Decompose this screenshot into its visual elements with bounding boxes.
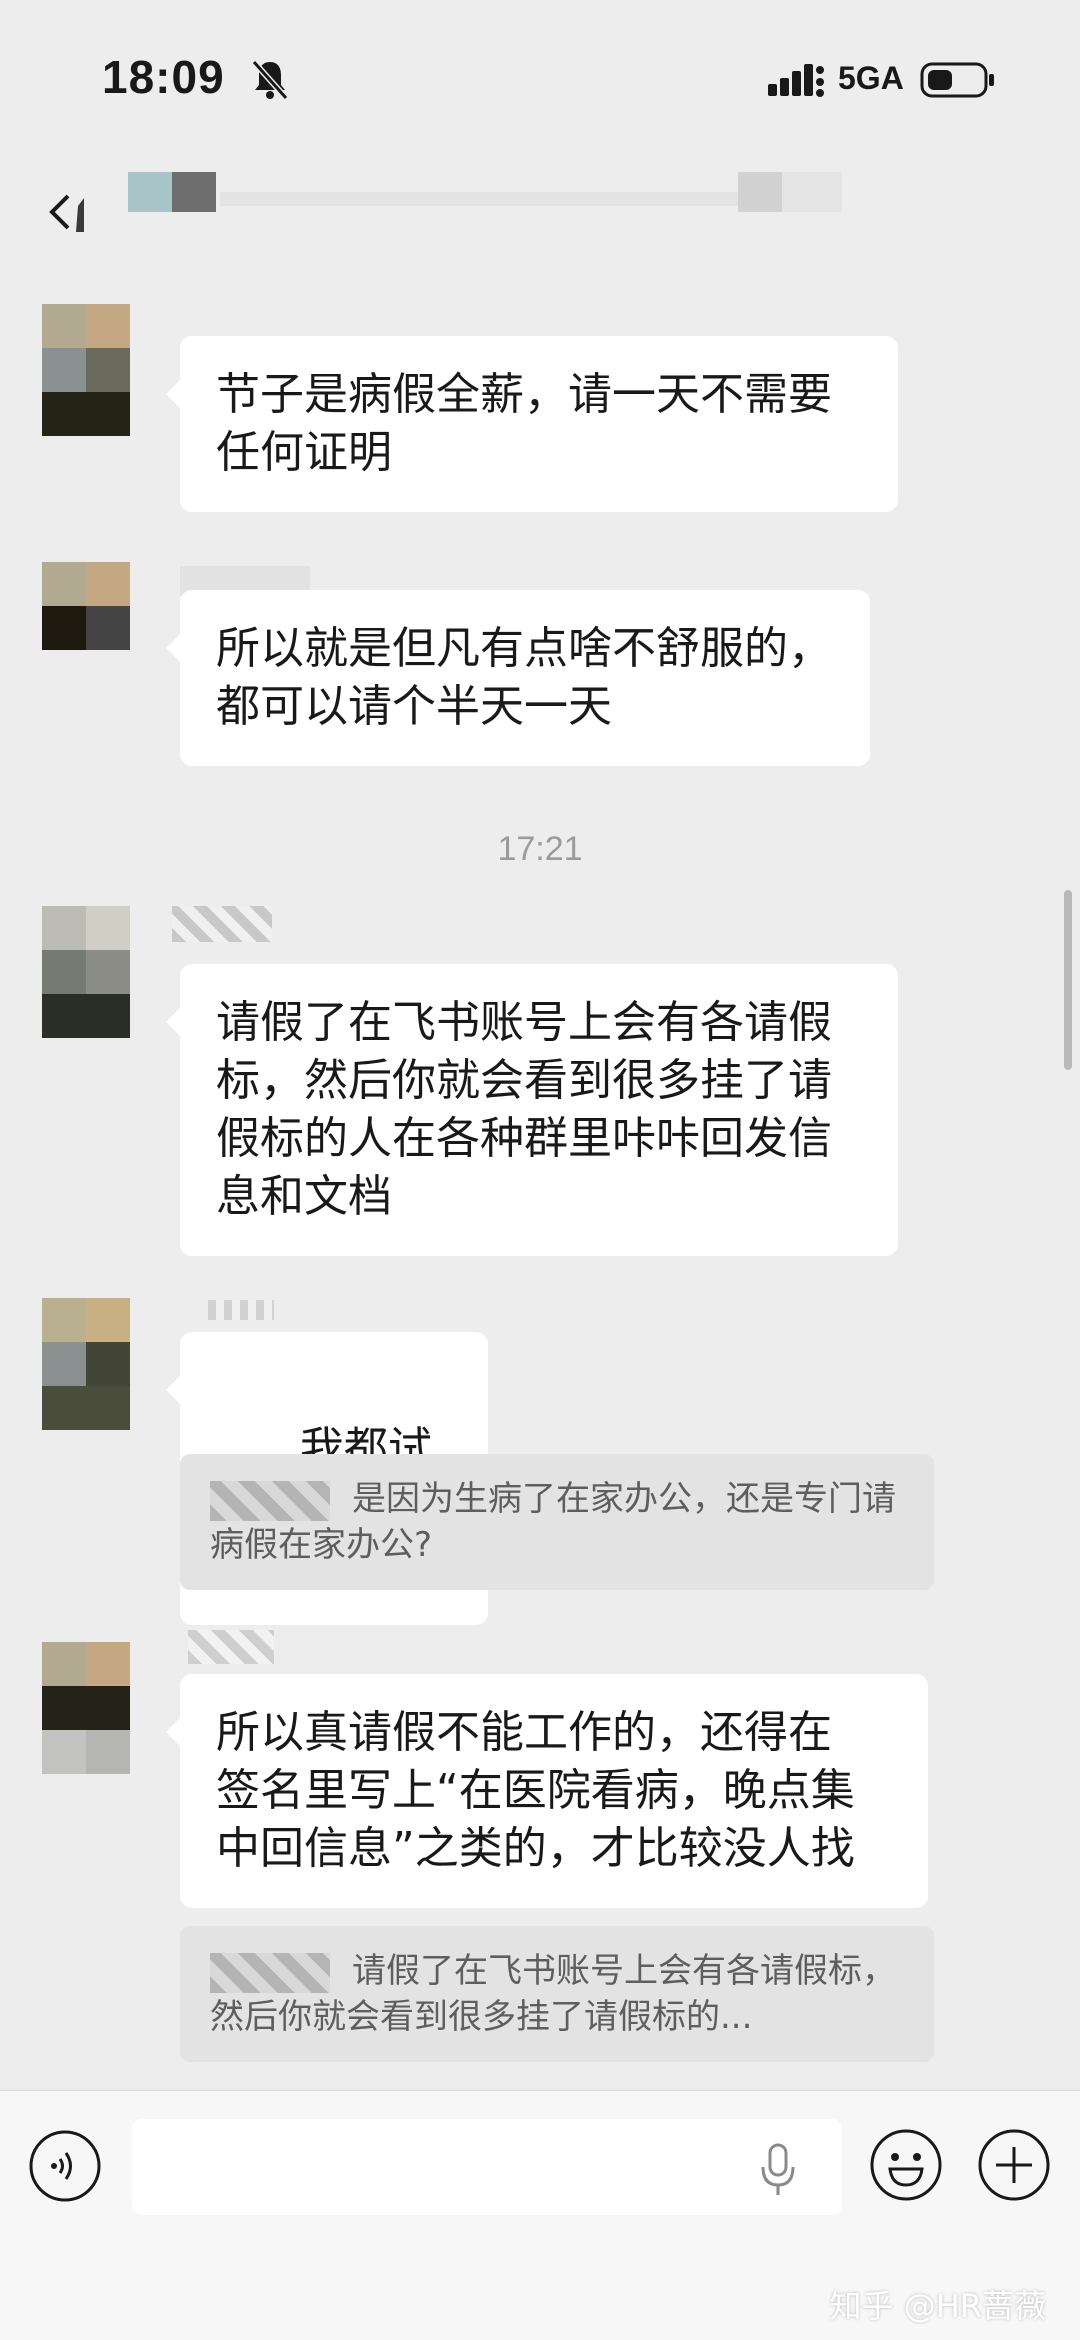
- quoted-message[interactable]: 是因为生病了在家办公，还是专门请病假在家办公?: [180, 1454, 934, 1590]
- emoji-icon[interactable]: [868, 2127, 944, 2203]
- signal-icon: [768, 64, 824, 97]
- bell-muted-icon: [251, 60, 289, 100]
- message-bubble[interactable]: 请假了在飞书账号上会有各请假 标，然后你就会看到很多挂了请 假标的人在各种群里咔…: [166, 964, 898, 1256]
- input-bar: 知乎 @HR蔷薇: [0, 2090, 1080, 2340]
- avatar[interactable]: [42, 906, 130, 1038]
- voice-toggle-icon[interactable]: [28, 2129, 102, 2203]
- plus-icon[interactable]: [976, 2127, 1052, 2203]
- message-bubble[interactable]: 所以就是但凡有点啥不舒服的， 都可以请个半天一天: [166, 590, 870, 766]
- message-bubble[interactable]: 节子是病假全薪，请一天不需要 任何证明: [166, 336, 898, 512]
- nav-bar: [0, 150, 1080, 270]
- microphone-icon[interactable]: [758, 2143, 798, 2199]
- avatar[interactable]: [42, 562, 130, 694]
- watermark: 知乎 @HR蔷薇: [829, 2287, 1046, 2325]
- quoted-message[interactable]: 请假了在飞书账号上会有各请假标，然后你就会看到很多挂了请假标的...: [180, 1926, 934, 2062]
- chat-screen: 18:09 5GA 节子是病假全薪，请一天不需要 任何证明 所以就是但凡有点啥不…: [0, 0, 1080, 2340]
- message-bubble[interactable]: 所以真请假不能工作的，还得在 签名里写上“在医院看病，晚点集 中回信息”之类的，…: [166, 1674, 928, 1908]
- avatar[interactable]: [42, 1642, 130, 1774]
- chat-timestamp: 17:21: [497, 830, 583, 868]
- chat-title-redacted[interactable]: [128, 172, 888, 242]
- back-icon[interactable]: [40, 182, 90, 242]
- sender-name-redacted: [188, 1626, 278, 1666]
- avatar[interactable]: [42, 304, 130, 436]
- quote-sender-redacted: [210, 1952, 340, 1993]
- quote-sender-redacted: [210, 1480, 340, 1521]
- message-input[interactable]: [132, 2119, 842, 2215]
- sender-name-redacted: [172, 906, 282, 946]
- message-list[interactable]: 节子是病假全薪，请一天不需要 任何证明 所以就是但凡有点啥不舒服的， 都可以请个…: [0, 270, 1080, 2090]
- status-bar: 18:09 5GA: [0, 0, 1080, 150]
- status-time: 18:09: [102, 51, 225, 103]
- avatar[interactable]: [42, 1298, 130, 1430]
- scrollbar[interactable]: [1064, 890, 1072, 1070]
- sender-name-redacted: [208, 1294, 288, 1334]
- network-label: 5GA: [838, 60, 904, 96]
- battery-icon: [920, 62, 994, 98]
